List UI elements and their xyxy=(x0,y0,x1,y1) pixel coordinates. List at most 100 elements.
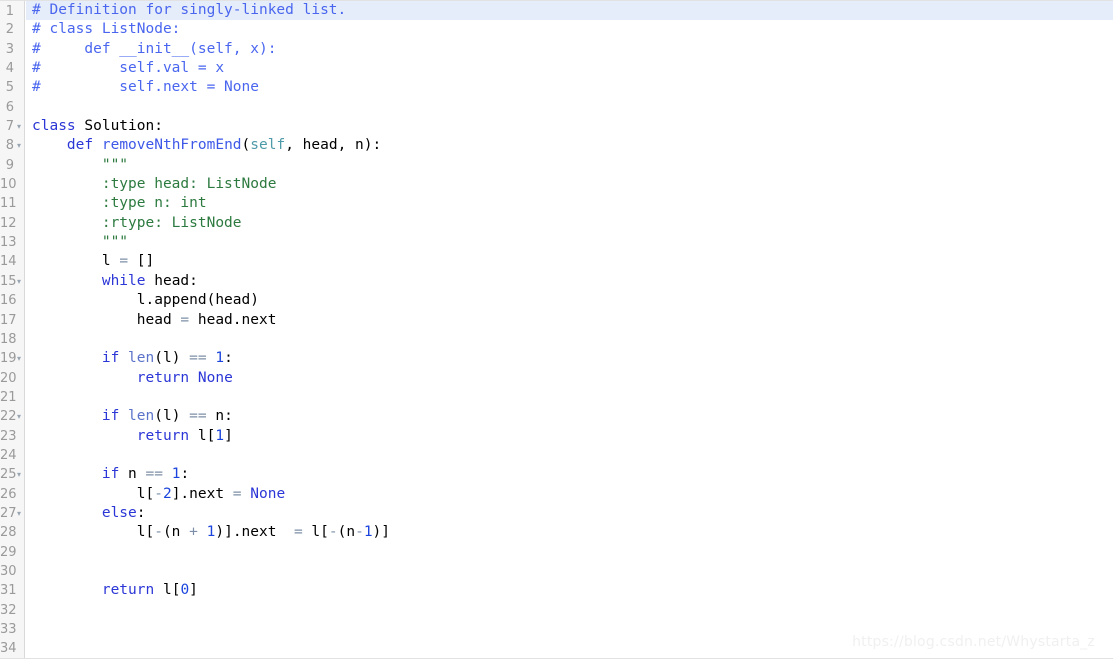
code-token-kw: return xyxy=(136,369,190,386)
code-token-op: == xyxy=(189,350,207,367)
line-number[interactable]: 8 ▾ xyxy=(0,136,24,155)
line-number[interactable]: 27 ▾ xyxy=(0,504,24,523)
code-fold-triangle-icon[interactable]: ▾ xyxy=(15,465,23,484)
code-token-pl: l[ xyxy=(189,427,216,444)
line-number[interactable]: 11 xyxy=(0,194,24,213)
code-line[interactable]: """ xyxy=(26,156,1113,175)
code-fold-triangle-icon[interactable]: ▾ xyxy=(15,117,23,136)
line-number[interactable]: 12 xyxy=(0,214,24,233)
code-token-pl: , head, n): xyxy=(285,137,382,154)
code-token-cmt: # class ListNode: xyxy=(32,21,181,38)
code-line[interactable]: :type head: ListNode xyxy=(26,175,1113,194)
code-line[interactable]: # Definition for singly-linked list. xyxy=(26,1,1113,21)
code-line[interactable]: # self.val = x xyxy=(26,59,1113,78)
line-number-label: 32 xyxy=(0,602,17,618)
code-line[interactable] xyxy=(26,446,1113,465)
code-line[interactable]: else: xyxy=(26,504,1113,523)
code-line[interactable]: class Solution: xyxy=(26,117,1113,136)
code-line[interactable]: head = head.next xyxy=(26,311,1113,330)
code-editor[interactable]: 1 2 3 4 5 6 7 ▾ 8 ▾ 9 10 11 12 13 14 15 ▾ 16 17 18 19 ▾ 20 21 22 ▾… xyxy=(0,0,1113,659)
code-line[interactable]: if len(l) == n: xyxy=(26,407,1113,426)
code-token-cmt: # Definition for singly-linked list. xyxy=(32,2,347,18)
code-line[interactable]: if n == 1: xyxy=(26,465,1113,484)
line-number[interactable]: 10 xyxy=(0,175,24,194)
line-number[interactable]: 16 xyxy=(0,291,24,310)
code-token-pl: head xyxy=(32,311,181,328)
code-fold-triangle-icon[interactable]: ▾ xyxy=(15,407,23,426)
line-number[interactable]: 31 xyxy=(0,581,24,600)
line-number-gutter[interactable]: 1 2 3 4 5 6 7 ▾ 8 ▾ 9 10 11 12 13 14 15 ▾ 16 17 18 19 ▾ 20 21 22 ▾… xyxy=(0,1,25,658)
line-number[interactable]: 22 ▾ xyxy=(0,407,24,426)
code-line[interactable] xyxy=(26,388,1113,407)
code-line[interactable]: l[-2].next = None xyxy=(26,485,1113,504)
code-line[interactable]: while head: xyxy=(26,272,1113,291)
code-line[interactable]: # def __init__(self, x): xyxy=(26,40,1113,59)
line-number[interactable]: 19 ▾ xyxy=(0,349,24,368)
code-line[interactable] xyxy=(26,562,1113,581)
code-token-pl: : xyxy=(224,350,233,367)
code-content-area[interactable]: # Definition for singly-linked list. # cl… xyxy=(26,1,1113,658)
code-line[interactable]: """ xyxy=(26,233,1113,252)
line-number[interactable]: 20 xyxy=(0,369,24,388)
line-number[interactable]: 32 xyxy=(0,601,24,620)
line-number-label: 21 xyxy=(0,389,17,405)
code-line[interactable]: l[-(n + 1)].next = l[-(n-1)] xyxy=(26,523,1113,542)
line-number[interactable]: 30 xyxy=(0,562,24,581)
code-fold-triangle-icon[interactable]: ▾ xyxy=(15,136,23,155)
code-line[interactable] xyxy=(26,330,1113,349)
code-line[interactable] xyxy=(26,98,1113,117)
line-number[interactable]: 5 xyxy=(0,78,24,97)
line-number-label: 20 xyxy=(0,370,17,386)
code-fold-triangle-icon[interactable]: ▾ xyxy=(15,349,23,368)
code-line[interactable]: :rtype: ListNode xyxy=(26,214,1113,233)
code-line[interactable]: return l[0] xyxy=(26,581,1113,600)
code-line[interactable]: l = [] xyxy=(26,252,1113,271)
line-number[interactable]: 14 xyxy=(0,252,24,271)
code-line[interactable]: return l[1] xyxy=(26,427,1113,446)
line-number[interactable]: 29 xyxy=(0,543,24,562)
code-line[interactable]: # class ListNode: xyxy=(26,20,1113,39)
line-number[interactable]: 6 xyxy=(0,98,24,117)
code-token-kw: return xyxy=(101,582,155,599)
code-line[interactable]: l.append(head) xyxy=(26,291,1113,310)
line-number[interactable]: 2 xyxy=(0,20,24,39)
code-line[interactable]: if len(l) == 1: xyxy=(26,349,1113,368)
code-token-cmt: # self.next = None xyxy=(32,79,259,96)
code-token-num: 1 xyxy=(215,427,225,444)
code-fold-triangle-icon[interactable]: ▾ xyxy=(15,272,23,291)
line-number[interactable]: 13 xyxy=(0,233,24,252)
code-token-pl: head: xyxy=(145,272,198,289)
code-token-builtin: len xyxy=(128,350,155,367)
line-number[interactable]: 9 xyxy=(0,156,24,175)
line-number[interactable]: 23 xyxy=(0,427,24,446)
line-number[interactable]: 24 xyxy=(0,446,24,465)
code-line[interactable] xyxy=(26,543,1113,562)
line-number[interactable]: 25 ▾ xyxy=(0,465,24,484)
line-number[interactable]: 34 xyxy=(0,639,24,658)
line-number-label: 2 xyxy=(5,22,14,38)
code-token-num: 1 xyxy=(215,350,225,367)
line-number[interactable]: 17 xyxy=(0,311,24,330)
line-number[interactable]: 1 xyxy=(0,1,24,20)
line-number[interactable]: 4 xyxy=(0,59,24,78)
line-number[interactable]: 3 xyxy=(0,40,24,59)
code-token-pl: (n xyxy=(337,524,356,541)
line-number[interactable]: 15 ▾ xyxy=(0,272,24,291)
code-fold-triangle-icon[interactable]: ▾ xyxy=(15,504,23,523)
line-number[interactable]: 7 ▾ xyxy=(0,117,24,136)
line-number[interactable]: 28 xyxy=(0,523,24,542)
code-line[interactable]: :type n: int xyxy=(26,194,1113,213)
line-number[interactable]: 21 xyxy=(0,388,24,407)
code-line[interactable]: # self.next = None xyxy=(26,78,1113,97)
code-line[interactable]: def removeNthFromEnd(self, head, n): xyxy=(26,136,1113,155)
line-number[interactable]: 33 xyxy=(0,620,24,639)
line-number-label: 34 xyxy=(0,641,17,657)
code-token-op: = xyxy=(180,311,190,328)
code-token-kw: return xyxy=(136,427,190,444)
line-number[interactable]: 18 xyxy=(0,330,24,349)
line-number[interactable]: 26 xyxy=(0,485,24,504)
code-line[interactable]: return None xyxy=(26,369,1113,388)
code-line[interactable] xyxy=(26,601,1113,620)
